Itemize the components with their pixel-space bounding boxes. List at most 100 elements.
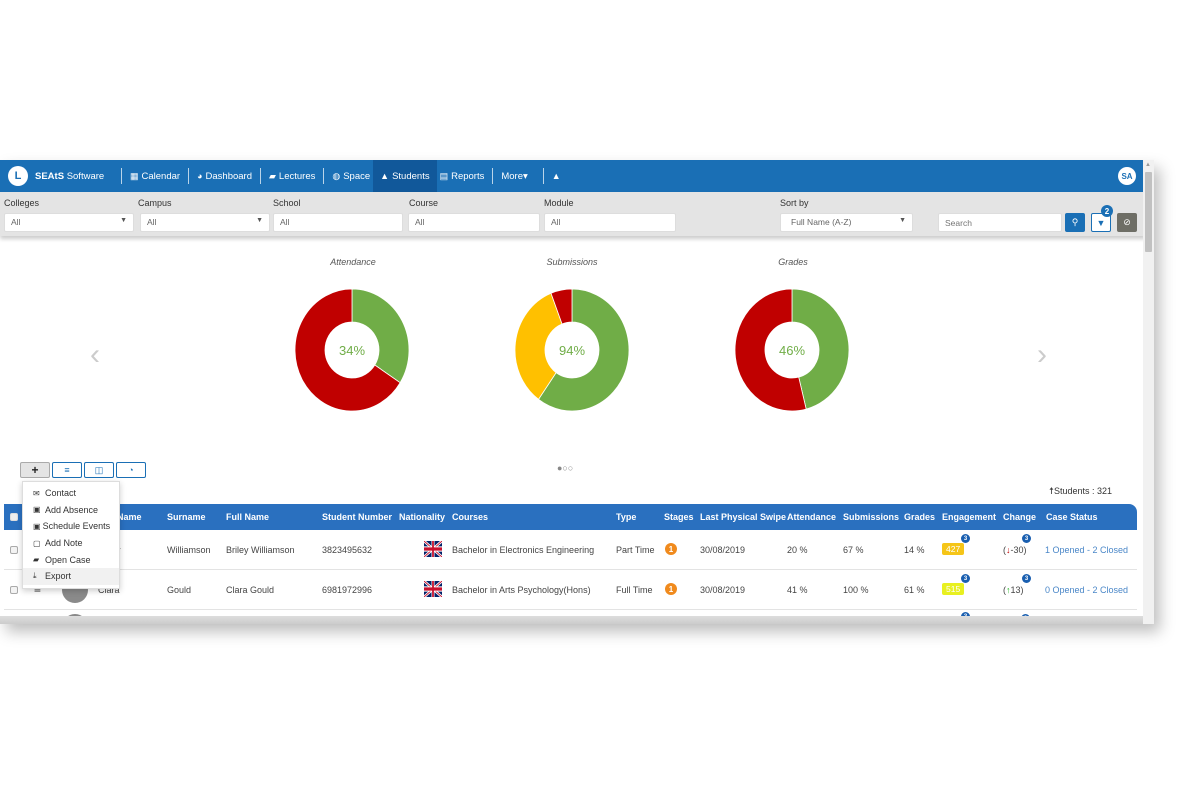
nav-students[interactable]: ▲ Students (373, 160, 437, 192)
full-name-cell[interactable]: Clara Gould (226, 585, 274, 595)
sort-select[interactable]: Full Name (A-Z) ▼ (780, 213, 913, 232)
filter-button[interactable]: ▼ 2 (1091, 205, 1113, 232)
attendance-cell: 41 % (787, 585, 808, 595)
case-status-link[interactable]: 0 Opened - 2 Closed (1045, 585, 1128, 595)
scroll-up-arrow-icon[interactable]: ▲ (1145, 162, 1151, 168)
sort-value: Full Name (A-Z) (791, 217, 852, 227)
search-input[interactable] (938, 213, 1062, 232)
nav-more-dropdown[interactable]: More▾ (498, 160, 530, 192)
list-view-button[interactable]: ≡ (52, 462, 82, 478)
chevron-left-icon: ‹ (90, 338, 100, 371)
students-count: ☨Students : 321 (1049, 486, 1112, 497)
col-change[interactable]: Change (1003, 512, 1036, 522)
nav-reports[interactable]: ▤ Reports (437, 160, 488, 192)
submissions-cell: 100 % (843, 585, 869, 595)
carousel-prev-button[interactable]: ‹ (90, 338, 100, 372)
brand-name: SEAtS (35, 170, 65, 182)
app-window: L SEAtS Software ▦ Calendar ◕ Dashboard ▰ L… (0, 160, 1154, 624)
caret-down-icon: ▼ (256, 217, 263, 224)
col-nationality[interactable]: Nationality (399, 512, 445, 522)
vertical-scrollbar[interactable]: ▲ (1143, 160, 1154, 624)
col-surname[interactable]: Surname (167, 512, 206, 522)
col-student-number[interactable]: Student Number (322, 512, 392, 522)
grades-cell: 61 % (904, 585, 925, 595)
menu-label: Open Case (45, 554, 91, 565)
campus-label: Campus (138, 198, 172, 208)
nav-calendar[interactable]: ▦ Calendar (127, 160, 183, 192)
stage-badge[interactable]: 1 (665, 583, 677, 595)
uk-flag-icon (424, 541, 442, 557)
calendar-icon: ▦ (130, 170, 139, 181)
nav-divider (323, 168, 325, 184)
user-avatar[interactable]: SA (1118, 167, 1136, 185)
attendance-donut-chart: 34% (294, 288, 410, 412)
nav-label: More▾ (501, 170, 528, 182)
columns-icon: ◫ (94, 464, 104, 475)
course-cell: Bachelor in Arts Psychology(Hons) (452, 585, 591, 595)
col-stages[interactable]: Stages (664, 512, 694, 522)
menu-item-add-note[interactable]: ▢ Add Note (23, 535, 119, 552)
menu-item-schedule-events[interactable]: ▣ Schedule Events (23, 518, 119, 535)
nav-space[interactable]: ◍ Space (329, 160, 373, 192)
menu-item-contact[interactable]: ✉ Contact (23, 485, 119, 502)
campus-select[interactable]: All ▼ (140, 213, 270, 232)
col-full-name[interactable]: Full Name (226, 512, 269, 522)
col-courses[interactable]: Courses (452, 512, 488, 522)
graduation-cap-icon: ▲ (380, 171, 390, 181)
row-checkbox[interactable] (10, 546, 18, 554)
col-attendance[interactable]: Attendance (787, 512, 836, 522)
menu-item-add-absence[interactable]: ▣ Add Absence (23, 502, 119, 519)
col-grades[interactable]: Grades (904, 512, 935, 522)
donut-center-label: 46% (779, 343, 805, 358)
module-input[interactable]: All (544, 213, 676, 232)
engagement-badge[interactable]: 427 (942, 543, 965, 555)
carousel-next-button[interactable]: › (1037, 338, 1047, 372)
carousel-indicators[interactable]: ●○○ (557, 463, 573, 473)
colleges-select[interactable]: All ▼ (4, 213, 134, 232)
columns-button[interactable]: ◫ (84, 462, 114, 478)
menu-label: Contact (45, 488, 77, 499)
report-icon: ▤ (439, 170, 449, 181)
dashboard-icon: ◕ (197, 171, 203, 181)
select-all-checkbox[interactable] (10, 513, 18, 521)
full-name-cell[interactable]: Briley Williamson (226, 545, 295, 555)
school-input[interactable]: All (273, 213, 403, 232)
nav-divider (492, 168, 494, 184)
chevron-right-icon: › (1037, 338, 1047, 371)
row-checkbox[interactable] (10, 586, 18, 594)
nav-label: Students (392, 170, 430, 182)
change-cell: (↑13) (1003, 585, 1024, 595)
pie-chart-icon: ◔ (128, 465, 134, 475)
course-cell: Bachelor in Electronics Engineering (452, 545, 595, 555)
sort-label: Sort by (780, 198, 809, 208)
col-submissions[interactable]: Submissions (843, 512, 899, 522)
engagement-info-badge: 3 (961, 574, 970, 583)
scrollbar-thumb[interactable] (1145, 172, 1152, 252)
menu-label: Add Note (45, 538, 83, 549)
clear-filters-button[interactable]: ⊘ (1117, 213, 1137, 232)
nav-dashboard[interactable]: ◕ Dashboard (194, 160, 255, 192)
course-input[interactable]: All (408, 213, 540, 232)
brand-suffix: Software (66, 170, 105, 182)
col-case-status[interactable]: Case Status (1046, 512, 1098, 522)
table-row[interactable]: ≡ Briley Williamson Briley Williamson 38… (4, 530, 1137, 570)
surname-cell: Williamson (167, 545, 211, 555)
col-last-physical-swipe[interactable]: Last Physical Swipe (700, 512, 786, 522)
app-logo[interactable]: L SEAtS Software (8, 166, 116, 186)
filter-count-badge: 2 (1101, 205, 1113, 217)
menu-item-export[interactable]: ⤓ Export (23, 567, 119, 585)
nav-lectures[interactable]: ▰ Lectures (266, 160, 318, 192)
col-type[interactable]: Type (616, 512, 636, 522)
case-status-link[interactable]: 1 Opened - 2 Closed (1045, 545, 1128, 555)
nav-divider (260, 168, 261, 184)
col-engagement[interactable]: Engagement (942, 512, 996, 522)
add-actions-button[interactable]: + (20, 462, 50, 478)
chart-view-button[interactable]: ◔ (116, 462, 146, 478)
table-row[interactable]: ≡ Clara Gould Clara Gould 6981972996 Bac… (4, 570, 1137, 610)
caret-down-icon: ▼ (899, 217, 906, 224)
menu-item-open-case[interactable]: ▰ Open Case (23, 551, 119, 568)
search-button[interactable]: ⚲ (1065, 213, 1085, 232)
notifications-button[interactable]: ▲ (549, 160, 564, 192)
engagement-badge[interactable]: 515 (942, 583, 965, 595)
stage-badge[interactable]: 1 (665, 543, 677, 555)
